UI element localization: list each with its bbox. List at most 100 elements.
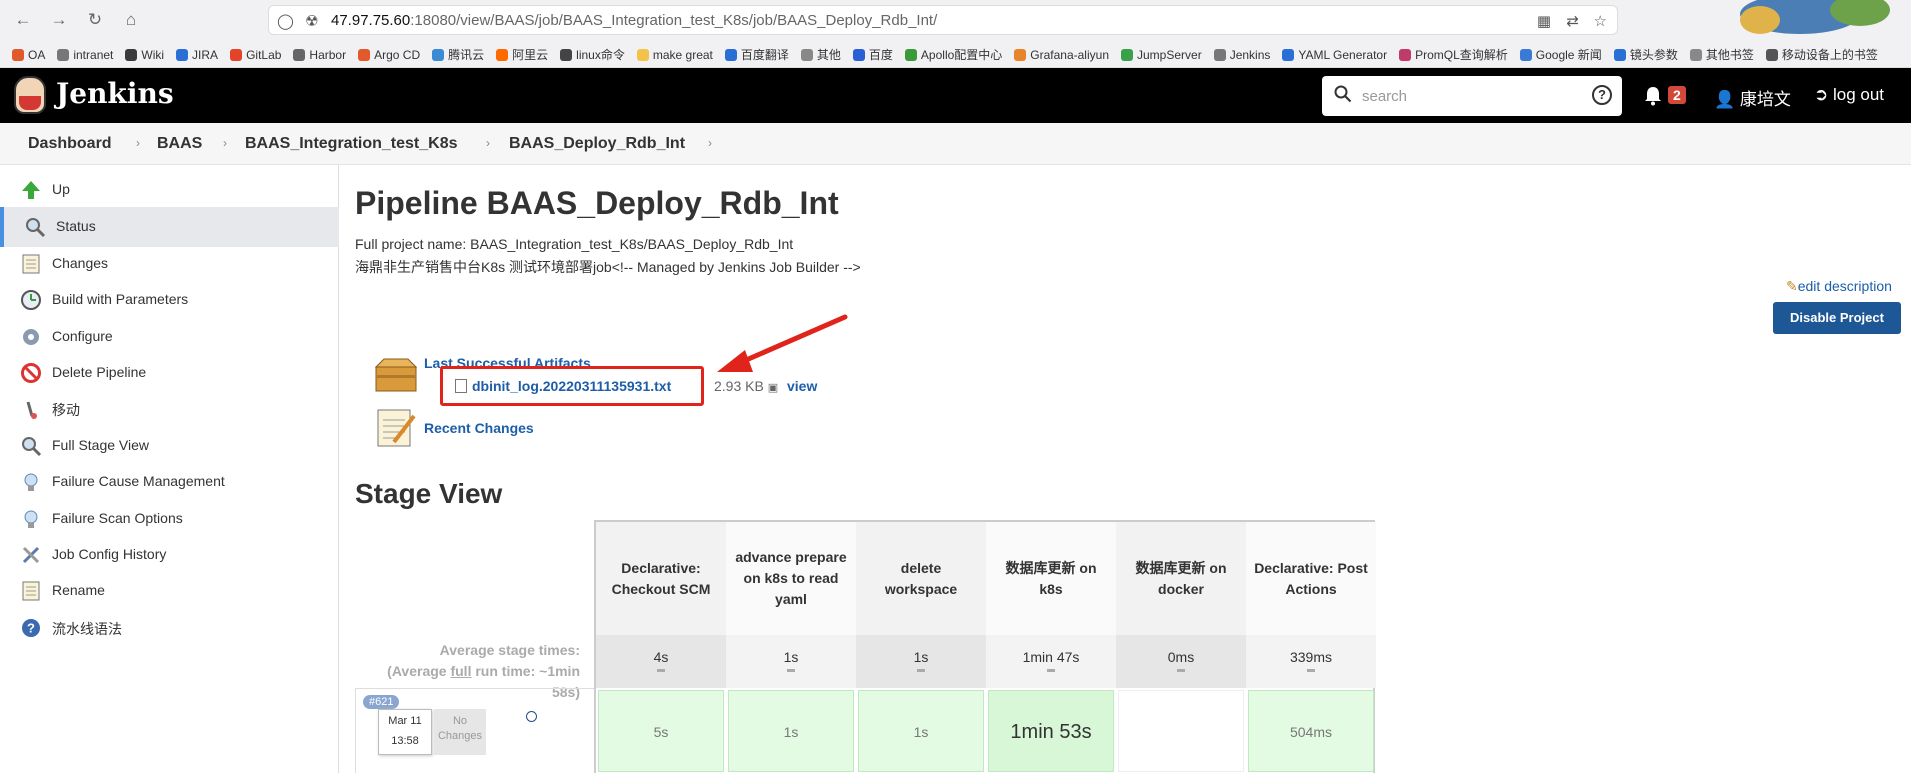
full-run-link[interactable]: full (450, 663, 471, 679)
bookmark-item[interactable]: Jenkins (1213, 48, 1270, 62)
jenkins-logo-text[interactable]: Jenkins (56, 77, 174, 110)
bookmark-item[interactable]: 百度翻译 (724, 46, 789, 63)
bookmark-icon (1613, 49, 1626, 61)
bookmark-item[interactable]: linux命令 (560, 46, 625, 63)
bell-icon[interactable] (1644, 86, 1662, 106)
artifact-view-link[interactable]: view (787, 378, 817, 394)
sidebar-item-label: Job Config History (52, 546, 167, 562)
bookmark-item[interactable]: 腾讯云 (432, 46, 484, 63)
sidebar-item[interactable]: Failure Scan Options (0, 499, 339, 539)
forward-icon[interactable]: → (48, 9, 70, 31)
no-changes-box[interactable]: No Changes (434, 709, 486, 755)
sidebar-item[interactable]: Full Stage View (0, 426, 339, 466)
bookmark-item[interactable]: Google 新闻 (1519, 46, 1602, 63)
qr-icon[interactable]: ▦ (1537, 12, 1551, 30)
bookmark-item[interactable]: 移动设备上的书签 (1765, 46, 1878, 63)
bookmark-label: OA (28, 48, 46, 62)
bookmark-item[interactable]: 阿里云 (496, 46, 548, 63)
search-input[interactable] (1362, 85, 1582, 107)
bookmark-item[interactable]: Argo CD (358, 48, 420, 62)
logout-link[interactable]: ➲ log out (1814, 85, 1884, 105)
sidebar-item[interactable]: Configure (0, 317, 339, 357)
bulb-icon (20, 508, 42, 530)
stage-build-cell[interactable]: 1s (728, 690, 854, 772)
bookmark-item[interactable]: Harbor (293, 48, 346, 62)
bookmark-item[interactable]: 其他 (800, 46, 841, 63)
bookmark-label: 镜头参数 (1629, 48, 1678, 62)
bookmark-item[interactable]: 镜头参数 (1613, 46, 1678, 63)
stage-view-title: Stage View (355, 478, 503, 509)
bookmark-icon (852, 49, 865, 61)
browser-theme-art (1740, 0, 1890, 34)
bookmark-item[interactable]: JumpServer (1121, 48, 1202, 62)
stage-build-cell[interactable]: 504ms (1248, 690, 1374, 772)
bookmark-label: 其他书签 (1705, 48, 1754, 62)
build-row: #621 Mar 11 13:58 No Changes (355, 688, 594, 773)
address-bar[interactable]: ◯ ☢ 47.97.75.60:18080/view/BAAS/job/BAAS… (268, 5, 1618, 35)
edit-description-link[interactable]: ✎edit description (1786, 278, 1892, 295)
tools-icon (20, 544, 42, 566)
stage-average-bar (1307, 669, 1315, 672)
stage-average-value: 339ms (1289, 649, 1333, 665)
stage-average-bar (917, 669, 925, 672)
breadcrumb-baas[interactable]: BAAS (157, 135, 202, 153)
bookmark-item[interactable]: OA (12, 48, 45, 62)
star-icon[interactable]: ☆ (1594, 12, 1607, 30)
home-icon[interactable]: ⌂ (120, 9, 142, 31)
disable-project-button[interactable]: Disable Project (1773, 302, 1901, 334)
package-icon (374, 358, 418, 392)
bookmark-label: make great (652, 48, 713, 62)
breadcrumb-integration[interactable]: BAAS_Integration_test_K8s (245, 135, 458, 153)
bookmark-item[interactable]: Apollo配置中心 (904, 46, 1002, 63)
sidebar-item[interactable]: Failure Cause Management (0, 462, 339, 502)
bookmark-item[interactable]: make great (636, 48, 713, 62)
bookmark-item[interactable]: Grafana-aliyun (1014, 48, 1109, 62)
bookmark-item[interactable]: JIRA (176, 48, 218, 62)
breadcrumb-job[interactable]: BAAS_Deploy_Rdb_Int (509, 135, 685, 153)
breadcrumb-separator: › (486, 136, 490, 150)
jenkins-logo-icon[interactable] (14, 76, 46, 114)
bookmark-icon (560, 49, 573, 61)
reload-icon[interactable]: ↻ (84, 9, 106, 31)
notification-count-badge[interactable]: 2 (1668, 86, 1686, 104)
build-info-icon[interactable] (526, 711, 537, 722)
stage-average-bar (1047, 669, 1055, 672)
bookmark-item[interactable]: Wiki (125, 48, 164, 62)
help-icon[interactable]: ? (1592, 85, 1612, 105)
recent-changes-link[interactable]: Recent Changes (424, 420, 534, 436)
sidebar-item[interactable]: Rename (0, 571, 339, 611)
notepad-icon (20, 253, 42, 275)
jenkins-header: Jenkins ? 2 👤 康培文 ➲ log out (0, 68, 1911, 123)
bookmark-icon (176, 49, 189, 61)
stage-build-cell[interactable]: 1min 53s (988, 690, 1114, 772)
stage-build-cell[interactable]: 5s (598, 690, 724, 772)
bookmark-item[interactable]: PromQL查询解析 (1399, 46, 1508, 63)
user-icon: 👤 (1714, 90, 1736, 109)
sidebar-item[interactable]: Up (0, 170, 339, 210)
bookmark-item[interactable]: 百度 (852, 46, 893, 63)
sidebar-item[interactable]: Status (0, 207, 339, 247)
bookmark-label: 百度 (868, 48, 893, 62)
sidebar-item[interactable]: Changes (0, 244, 339, 284)
build-number-badge[interactable]: #621 (363, 695, 400, 709)
back-icon[interactable]: ← (12, 9, 34, 31)
artifact-file-link[interactable]: dbinit_log.20220311135931.txt (472, 378, 671, 394)
translate-icon[interactable]: ⇄ (1566, 12, 1579, 30)
stage-build-cell[interactable]: 1s (858, 690, 984, 772)
sidebar-item[interactable]: Delete Pipeline (0, 353, 339, 393)
user-menu[interactable]: 👤 康培文 (1714, 85, 1791, 110)
bookmark-item[interactable]: YAML Generator (1282, 48, 1387, 62)
bookmark-item[interactable]: intranet (57, 48, 113, 62)
bookmark-label: intranet (73, 48, 114, 62)
sidebar-item[interactable]: Build with Parameters (0, 280, 339, 320)
sidebar-item-label: Rename (52, 582, 105, 598)
stage-build-cell[interactable] (1118, 690, 1244, 772)
breadcrumb-dashboard[interactable]: Dashboard (28, 135, 112, 153)
bookmark-label: 移动设备上的书签 (1781, 48, 1878, 62)
sidebar-item[interactable]: ? 流水线语法 (0, 608, 339, 648)
stage-average-value: 1s (913, 649, 929, 665)
bookmark-item[interactable]: GitLab (230, 48, 281, 62)
sidebar-item[interactable]: Job Config History (0, 535, 339, 575)
sidebar-item[interactable]: 移动 (0, 389, 339, 429)
bookmark-item[interactable]: 其他书签 (1689, 46, 1754, 63)
